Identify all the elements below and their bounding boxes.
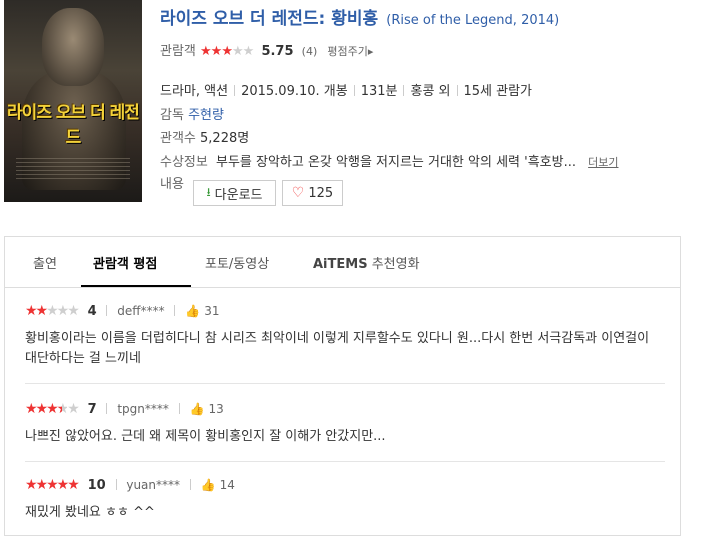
review-stars: ★★★★★: [25, 401, 80, 417]
divider: [174, 305, 176, 316]
divider: [353, 85, 355, 96]
tab-recommended-label: 추천영화: [371, 257, 420, 272]
divider: [234, 85, 236, 96]
divider: [106, 305, 108, 316]
movie-title[interactable]: 라이즈 오브 더 레전드: 황비홍: [160, 9, 378, 29]
review-stars: ★★★★★: [25, 477, 80, 493]
review-head: ★★★★★ 10 yuan**** 👍 14: [25, 477, 665, 493]
rate-link[interactable]: 평점주기▸: [327, 45, 373, 58]
review-likes: 14: [219, 478, 235, 492]
thumbs-up-icon[interactable]: 👍: [190, 402, 205, 416]
review-score: 10: [87, 478, 106, 493]
heart-icon: ♡: [291, 185, 305, 201]
poster-title: 라이즈 오브 더 레전드: [7, 103, 140, 148]
audience-label: 관객수: [160, 131, 196, 146]
country: 홍콩 외: [410, 84, 451, 99]
review-stars: ★★★★★: [25, 303, 80, 319]
review-head: ★★★★★ 7 tpgn**** 👍 13: [25, 401, 665, 417]
divider: [189, 479, 191, 490]
review-user[interactable]: yuan****: [126, 478, 180, 492]
like-button[interactable]: ♡ 125: [282, 180, 343, 206]
tab-cast[interactable]: 출연: [33, 253, 57, 272]
tab-recommended[interactable]: AiTEMS 추천영화: [313, 253, 420, 272]
like-count: 125: [308, 185, 334, 201]
review-item: ★★★★★ 7 tpgn**** 👍 13 나쁘진 않았어요. 근데 왜 제목이 …: [25, 401, 665, 447]
poster-credits: [16, 158, 130, 182]
tab-audience-rating[interactable]: 관람객 평점: [93, 253, 157, 272]
content-row: 내용: [160, 173, 184, 192]
download-label: 다운로드: [214, 187, 263, 203]
review-text: 나쁘진 않았어요. 근데 왜 제목이 황비홍인지 잘 이해가 안갔지만...: [25, 429, 386, 444]
info-row: 드라마, 액션 2015.09.10. 개봉 131분 홍콩 외 15세 관람가: [160, 80, 532, 99]
rating-stars: ★★★★★: [200, 44, 254, 59]
movie-poster[interactable]: 라이즈 오브 더 레전드: [4, 0, 142, 202]
divider: [106, 403, 108, 414]
movie-title-en: (Rise of the Legend, 2014): [386, 13, 560, 28]
awards-label[interactable]: 수상정보: [160, 155, 208, 170]
review-likes: 31: [204, 304, 220, 318]
plot-row: 수상정보 부두를 장악하고 온갖 악행을 저지르는 거대한 악의 세력 '흑호방…: [160, 151, 619, 170]
divider: [456, 85, 458, 96]
aitems-brand: AiTEMS: [313, 257, 368, 272]
release-date: 2015.09.10. 개봉: [241, 84, 348, 99]
review-item: ★★★★★ 10 yuan**** 👍 14 재밌게 봤네요 ㅎㅎ ^^: [25, 477, 665, 523]
movie-title-row: 라이즈 오브 더 레전드: 황비홍 (Rise of the Legend, 2…: [160, 4, 559, 29]
runtime: 131분: [360, 84, 398, 99]
review-divider: [25, 461, 665, 462]
reviews-panel: 출연 관람객 평점 포토/동영상 AiTEMS 추천영화 ★★★★★ 4 def…: [4, 236, 681, 536]
review-score: 7: [87, 402, 97, 417]
divider: [178, 403, 180, 414]
download-icon: ⭳: [206, 184, 211, 199]
audience-row: 관객수 5,228명: [160, 127, 249, 146]
rating-row: 관람객 ★★★★★ 5.75 (4) 평점주기▸: [160, 40, 373, 59]
rating-count: (4): [301, 45, 318, 58]
audience-count: 5,228명: [200, 131, 250, 146]
review-item: ★★★★★ 4 deff**** 👍 31 황비홍이라는 이름을 더럽히다니 참 …: [25, 303, 665, 369]
tab-bar: 출연 관람객 평점 포토/동영상 AiTEMS 추천영화: [5, 237, 680, 288]
review-text: 황비홍이라는 이름을 더럽히다니 참 시리즈 최악이네 이렇게 지루할수도 있다…: [25, 331, 650, 366]
tab-photo-video[interactable]: 포토/동영상: [205, 253, 269, 272]
age-rating: 15세 관람가: [463, 84, 533, 99]
review-text: 재밌게 봤네요 ㅎㅎ ^^: [25, 505, 155, 520]
review-divider: [25, 383, 665, 384]
active-tab-indicator: [81, 285, 191, 287]
director-label: 감독: [160, 108, 184, 123]
genre: 드라마, 액션: [160, 84, 229, 99]
rating-score: 5.75: [261, 44, 294, 59]
review-head: ★★★★★ 4 deff**** 👍 31: [25, 303, 665, 319]
content-label: 내용: [160, 177, 184, 192]
download-button[interactable]: ⭳ 다운로드: [193, 180, 276, 206]
director-row: 감독 주현량: [160, 104, 224, 123]
review-likes: 13: [208, 402, 224, 416]
rating-label: 관람객: [160, 44, 196, 59]
director-link[interactable]: 주현량: [188, 108, 224, 123]
more-link[interactable]: 더보기: [588, 156, 618, 169]
review-score: 4: [87, 304, 97, 319]
divider: [403, 85, 405, 96]
review-user[interactable]: deff****: [117, 304, 164, 318]
divider: [115, 479, 117, 490]
thumbs-up-icon[interactable]: 👍: [185, 304, 200, 318]
thumbs-up-icon[interactable]: 👍: [201, 478, 216, 492]
plot-summary: 부두를 장악하고 온갖 악행을 저지르는 거대한 악의 세력 '흑호방...: [215, 155, 576, 170]
poster-face: [42, 8, 104, 86]
review-user[interactable]: tpgn****: [117, 402, 169, 416]
